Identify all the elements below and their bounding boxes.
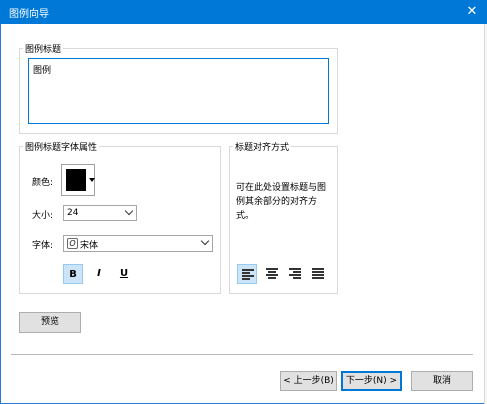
size-label: 大小: (32, 211, 54, 221)
legend-title-group-label: 图例标题 (23, 42, 64, 55)
opentype-font-icon: O (67, 238, 78, 249)
title-bar (0, 0, 487, 24)
close-icon[interactable]: ✕ (461, 2, 483, 22)
window-title: 图例向导 (9, 9, 49, 20)
align-center-button[interactable] (262, 264, 282, 284)
legend-title-textarea[interactable]: 图例 (28, 58, 329, 124)
align-justify-button[interactable] (308, 264, 328, 284)
align-right-icon (289, 268, 301, 280)
align-justify-icon (312, 268, 324, 280)
color-swatch (66, 169, 86, 191)
font-label: 字体: (32, 241, 54, 251)
cancel-button[interactable]: 取消 (411, 371, 473, 391)
alignment-description: 可在此处设置标题与图例其余部分的对齐方式。 (236, 183, 327, 221)
size-select-value: 24 (67, 208, 79, 218)
underline-button[interactable]: U (114, 264, 134, 284)
title-alignment-group-label: 标题对齐方式 (233, 140, 292, 153)
align-left-icon (242, 269, 254, 281)
align-left-button[interactable] (237, 264, 257, 284)
font-properties-group-label: 图例标题字体属性 (23, 140, 100, 153)
back-button[interactable]: < 上一步(B) (280, 371, 337, 391)
font-select-value: 宋体 (80, 241, 99, 251)
preview-button[interactable]: 预览 (19, 312, 81, 333)
color-label: 颜色: (32, 178, 54, 188)
dropdown-arrow-icon (89, 178, 95, 182)
align-center-icon (266, 268, 278, 280)
bold-button[interactable]: B (63, 264, 83, 284)
italic-button[interactable]: I (89, 264, 109, 284)
align-right-button[interactable] (285, 264, 305, 284)
footer-separator (11, 354, 473, 355)
next-button[interactable]: 下一步(N) > (341, 371, 402, 391)
